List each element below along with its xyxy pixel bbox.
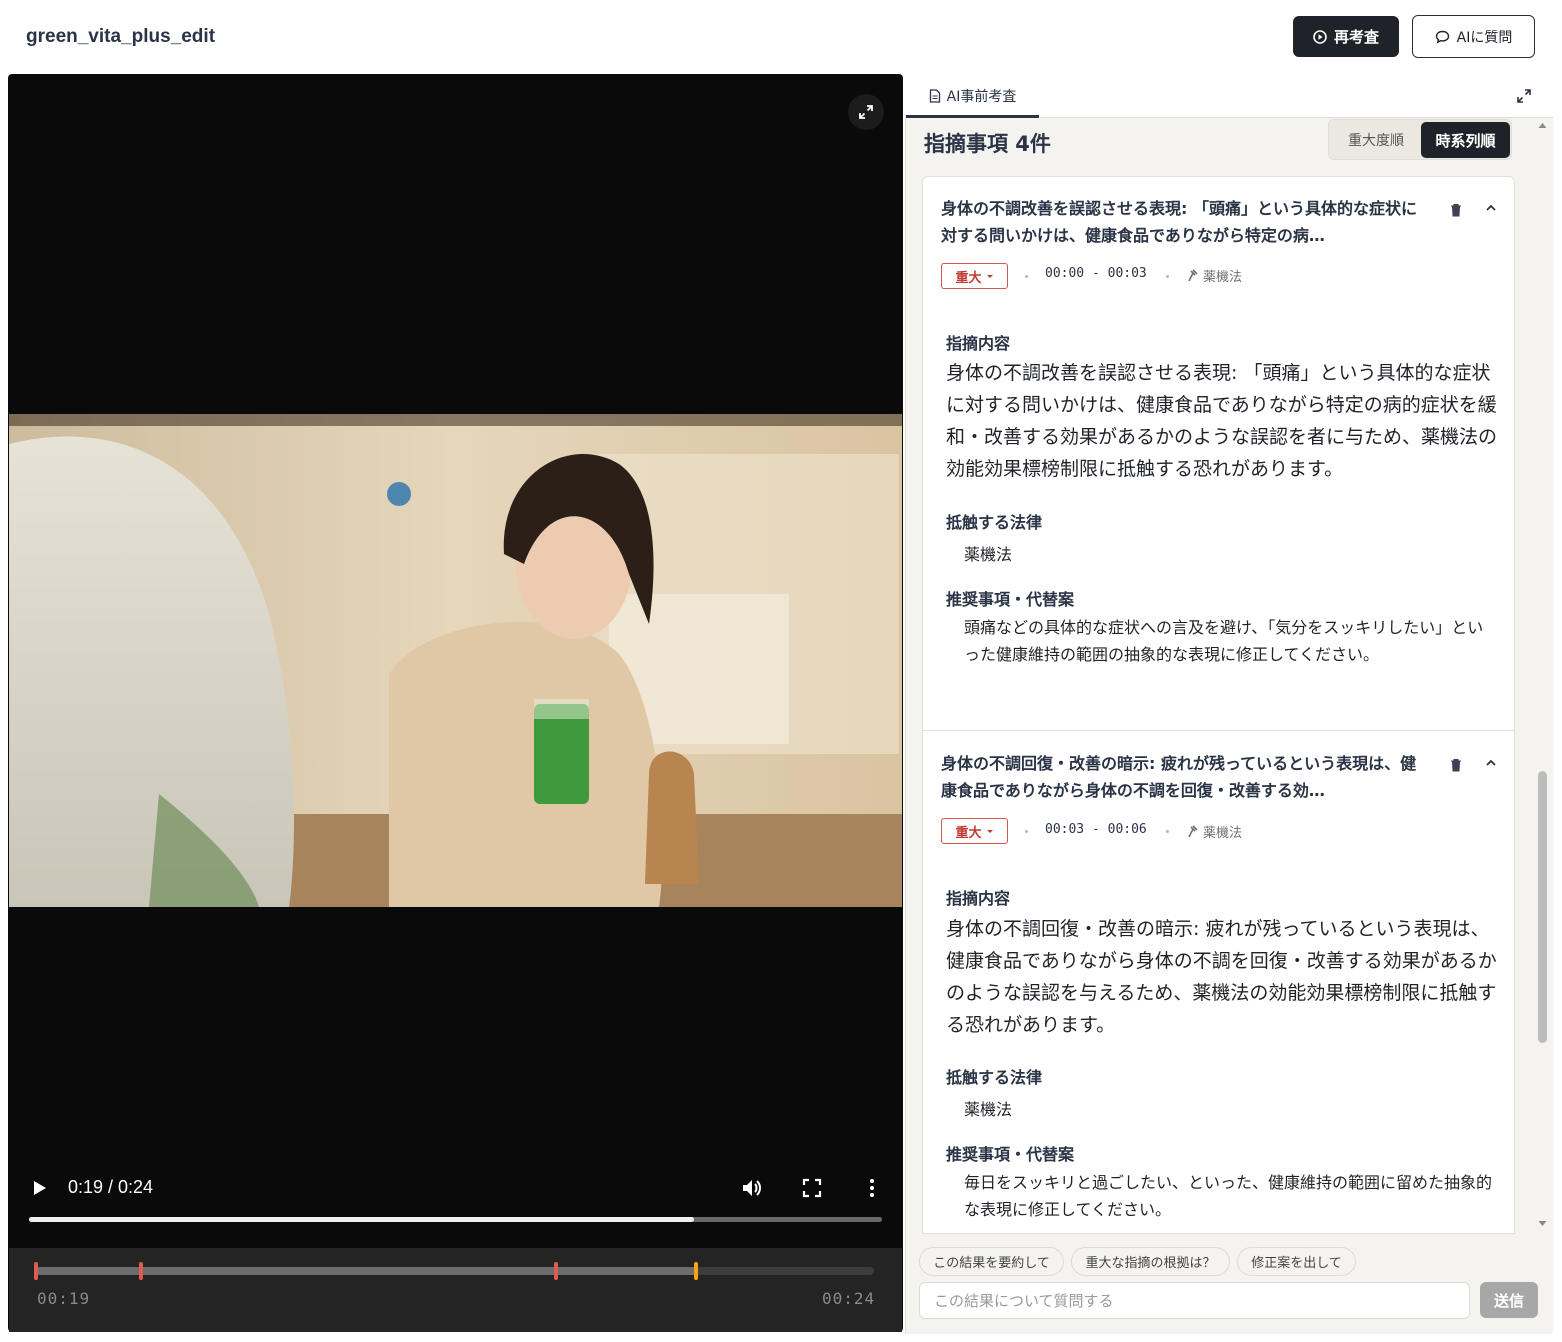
- finding-1-content: 身体の不調改善を誤認させる表現: 「頭痛」という具体的な症状に対する問いかけは、…: [946, 362, 1498, 480]
- law-tag-label: 薬機法: [1203, 270, 1243, 285]
- suggestion-chip-summarize[interactable]: この結果を要約して: [919, 1247, 1064, 1276]
- severity-badge[interactable]: 重大: [941, 818, 1008, 844]
- scroll-down-arrow-icon[interactable]: [1538, 1220, 1547, 1227]
- finding-2-law: 薬機法: [964, 1100, 1013, 1119]
- video-frame: [9, 414, 902, 907]
- sort-severity-button[interactable]: 重大度順: [1333, 124, 1419, 156]
- chat-bubble-icon: [1435, 30, 1449, 44]
- finding-2-time-range[interactable]: 00:03 - 00:06: [1045, 822, 1147, 837]
- question-input[interactable]: この結果について質問する: [919, 1282, 1470, 1319]
- volume-icon[interactable]: [740, 1176, 764, 1200]
- finding-2-law-tag: 薬機法: [1187, 822, 1242, 841]
- findings-timeline: [9, 1248, 902, 1332]
- panel-scrollbar[interactable]: [1537, 128, 1549, 1230]
- finding-2-content: 身体の不調回復・改善の暗示: 疲れが残っているという表現は、健康食品でありながら…: [946, 918, 1497, 1036]
- timeline-start: 00:19: [37, 1289, 91, 1308]
- timeline-marker[interactable]: [693, 1262, 698, 1280]
- timeline-marker[interactable]: [138, 1262, 143, 1280]
- timeline-marker[interactable]: [34, 1262, 38, 1280]
- law-tag-label: 薬機法: [1203, 826, 1243, 841]
- severity-label: 重大: [955, 825, 982, 841]
- sort-time-button[interactable]: 時系列順: [1421, 122, 1510, 158]
- finding-1-recommendation: 頭痛などの具体的な症状への言及を避け、「気分をスッキリしたい」といった健康維持の…: [964, 618, 1484, 664]
- more-icon[interactable]: [860, 1176, 884, 1200]
- finding-1-title[interactable]: 身体の不調改善を誤認させる表現: 「頭痛」という具体的な症状に対する問いかけは、…: [941, 195, 1431, 249]
- panel-expand-icon[interactable]: [1516, 88, 1532, 104]
- play-icon: [34, 1181, 46, 1195]
- video-progress-bar[interactable]: [29, 1217, 882, 1222]
- findings-heading: 指摘事項 4件: [924, 132, 1051, 156]
- content-label: 指摘内容: [946, 889, 1011, 908]
- separator-dot: [1025, 830, 1028, 833]
- expand-icon: [859, 105, 873, 119]
- separator-dot: [1025, 275, 1028, 278]
- send-button[interactable]: 送信: [1480, 1282, 1538, 1318]
- project-title: green_vita_plus_edit: [26, 26, 216, 47]
- law-label: 抵触する法律: [946, 513, 1043, 532]
- video-progress-fill: [29, 1217, 695, 1222]
- gavel-icon: [1188, 825, 1198, 838]
- finding-1-law-tag: 薬機法: [1187, 266, 1242, 285]
- ask-ai-button[interactable]: AIに質問: [1412, 15, 1535, 58]
- law-label: 抵触する法律: [946, 1068, 1043, 1087]
- severity-badge[interactable]: 重大: [941, 263, 1008, 289]
- scroll-up-arrow-icon[interactable]: [1538, 122, 1547, 129]
- video-expand-button[interactable]: [848, 94, 884, 130]
- trash-icon[interactable]: [1450, 203, 1462, 217]
- fullscreen-icon[interactable]: [800, 1176, 824, 1200]
- chevron-up-icon[interactable]: [1484, 201, 1498, 215]
- trash-icon[interactable]: [1450, 758, 1462, 772]
- gavel-icon: [1188, 269, 1198, 282]
- timeline-marker[interactable]: [553, 1262, 558, 1280]
- video-time: 0:19 / 0:24: [68, 1177, 154, 1197]
- severity-label: 重大: [955, 270, 982, 286]
- finding-2-title[interactable]: 身体の不調回復・改善の暗示: 疲れが残っているという表現は、健康食品でありながら…: [941, 750, 1431, 804]
- suggestion-chip-basis[interactable]: 重大な指摘の根拠は？: [1071, 1247, 1230, 1276]
- chevron-up-icon[interactable]: [1484, 756, 1498, 770]
- recommendation-label: 推奨事項・代替案: [946, 590, 1075, 609]
- separator-dot: [1166, 275, 1169, 278]
- timeline-progress: [36, 1267, 699, 1275]
- play-circle-icon: [1313, 29, 1327, 44]
- play-button[interactable]: [27, 1176, 51, 1204]
- card-divider: [923, 730, 1514, 731]
- scrollbar-thumb[interactable]: [1538, 771, 1547, 1043]
- tab-ai-review-label: AI事前考査: [946, 88, 1017, 105]
- suggestion-chip-revision[interactable]: 修正案を出して: [1237, 1247, 1356, 1276]
- rerun-button[interactable]: 再考査: [1293, 16, 1399, 57]
- recommendation-label: 推奨事項・代替案: [946, 1145, 1075, 1164]
- finding-1-time-range[interactable]: 00:00 - 00:03: [1045, 266, 1147, 281]
- caret-down-icon: [986, 274, 993, 278]
- caret-down-icon: [986, 829, 993, 833]
- separator-dot: [1166, 830, 1169, 833]
- content-label: 指摘内容: [946, 334, 1011, 353]
- finding-2-recommendation: 毎日をスッキリと過ごしたい、といった、健康維持の範囲に留めた抽象的な表現に修正し…: [964, 1173, 1493, 1219]
- document-icon: [929, 88, 940, 103]
- ask-ai-label: AIに質問: [1456, 29, 1513, 46]
- finding-1-law: 薬機法: [964, 545, 1013, 564]
- rerun-label: 再考査: [1333, 28, 1379, 46]
- tab-ai-review[interactable]: AI事前考査: [906, 76, 1039, 118]
- video-scene-image: [9, 414, 902, 907]
- timeline-end: 00:24: [822, 1289, 876, 1308]
